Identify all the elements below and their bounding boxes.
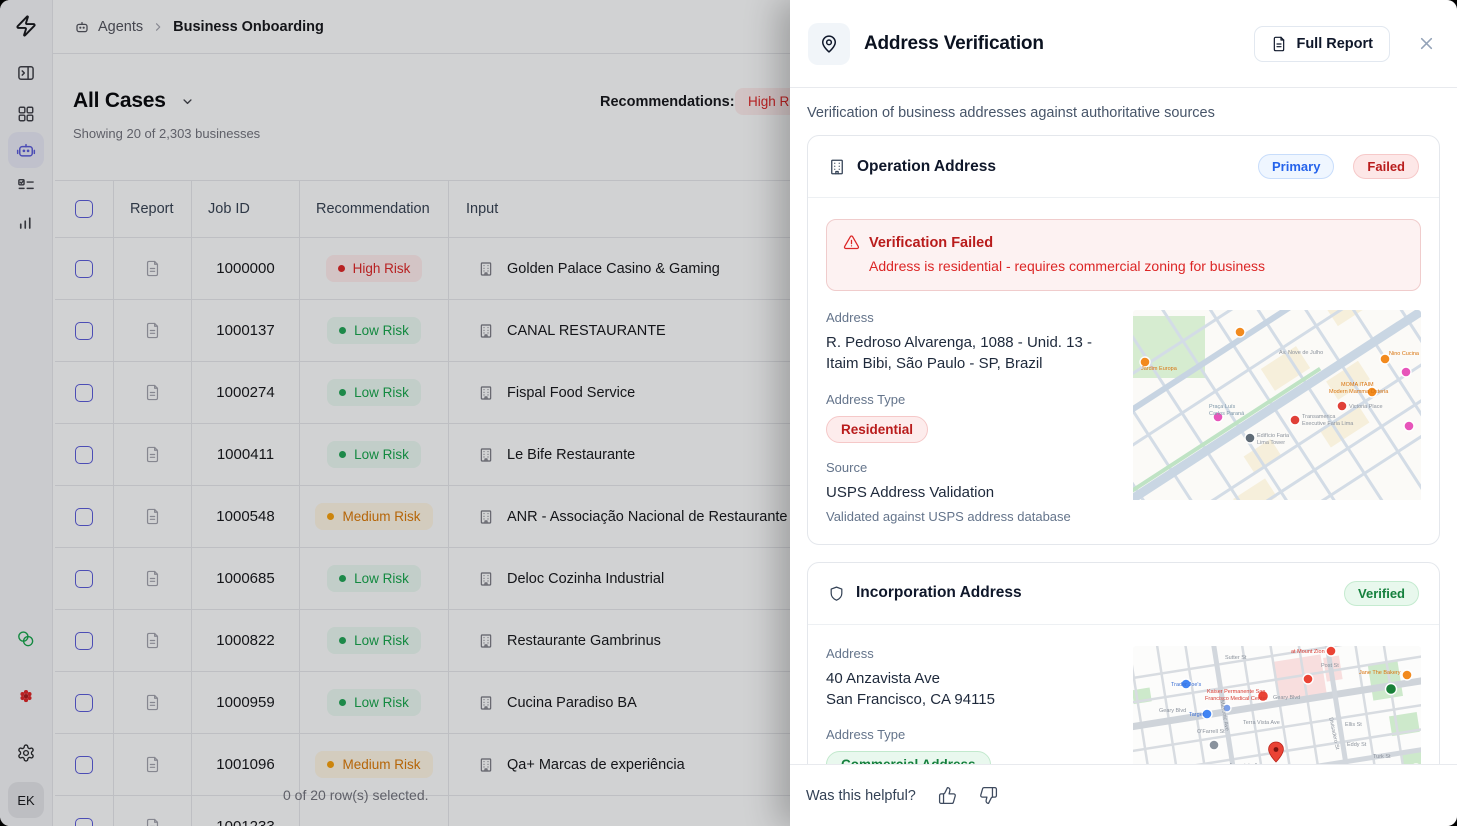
map-label: Victoria Place xyxy=(1349,404,1383,410)
map-label: Carlos Paraná xyxy=(1209,411,1245,417)
shield-icon xyxy=(828,585,845,602)
thumbs-down-icon[interactable] xyxy=(979,786,998,805)
source-note: Validated against USPS address database xyxy=(826,509,1113,524)
map-label: Kaiser Permanente San xyxy=(1207,689,1265,695)
map-label: Geary Blvd xyxy=(1273,695,1300,701)
operation-address-card: Operation Address Primary Failed Verific… xyxy=(807,135,1440,545)
alert-message: Address is residential - requires commer… xyxy=(869,258,1404,274)
map-label: Executive Faria Lima xyxy=(1302,421,1354,427)
map-label: Ellis St xyxy=(1345,722,1362,728)
full-report-button[interactable]: Full Report xyxy=(1254,26,1390,62)
app-window: EK Agents Business Onboarding All Cases … xyxy=(0,0,1457,826)
address-verification-panel: Address Verification Full Report Verific… xyxy=(790,0,1457,826)
feedback-question: Was this helpful? xyxy=(806,788,916,804)
close-icon[interactable] xyxy=(1416,33,1437,54)
address-type-label: Address Type xyxy=(826,392,1113,407)
failed-badge: Failed xyxy=(1353,154,1419,179)
map-label: O'Farrell St xyxy=(1197,729,1225,735)
source-label: Source xyxy=(826,460,1113,475)
map-label: Praça Luís xyxy=(1209,404,1236,410)
incorporation-address-card: Incorporation Address Verified Address 4… xyxy=(807,562,1440,764)
map-label: Target xyxy=(1189,712,1205,718)
card-title: Incorporation Address xyxy=(856,584,1333,602)
map-label: Turk St xyxy=(1373,754,1391,760)
map-label: at Mount Zion xyxy=(1291,649,1325,655)
map-label: Edifício Faria xyxy=(1257,433,1290,439)
warning-triangle-icon xyxy=(843,234,860,251)
address-value: 40 Anzavista Ave San Francisco, CA 94115 xyxy=(826,668,1113,711)
map-label: Modern Mamma Osteria xyxy=(1329,389,1389,395)
primary-badge: Primary xyxy=(1258,154,1334,179)
map-pin-icon xyxy=(808,23,850,65)
panel-title: Address Verification xyxy=(864,33,1240,55)
map-label: Av. Nove de Julho xyxy=(1279,350,1323,356)
address-label: Address xyxy=(826,310,1113,325)
verified-badge: Verified xyxy=(1344,581,1419,606)
commercial-badge: Commercial Address xyxy=(826,751,991,764)
feedback-bar: Was this helpful? xyxy=(790,764,1457,826)
building-icon xyxy=(828,158,846,176)
map-label: Sutter St xyxy=(1225,655,1247,661)
address-label: Address xyxy=(826,646,1113,661)
thumbs-up-icon[interactable] xyxy=(938,786,957,805)
alert-title: Verification Failed xyxy=(869,235,993,251)
map-label: Jardim Europa xyxy=(1141,366,1178,372)
map-label: Francisco Medical Center xyxy=(1205,696,1268,702)
map-label: Transamerica xyxy=(1302,414,1336,420)
operation-address-map[interactable]: Jardim Europa Av. Nove de Julho Nino Cuc… xyxy=(1133,310,1421,524)
address-value: R. Pedroso Alvarenga, 1088 - Unid. 13 - … xyxy=(826,332,1113,375)
map-label: Terra Vista Ave xyxy=(1243,720,1280,726)
residential-badge: Residential xyxy=(826,416,928,443)
panel-body: Verification of business addresses again… xyxy=(790,88,1457,764)
full-report-label: Full Report xyxy=(1296,36,1373,52)
map-label: Geary Blvd xyxy=(1159,708,1186,714)
report-document-icon xyxy=(1271,36,1287,52)
verification-failed-alert: Verification Failed Address is residenti… xyxy=(826,219,1421,291)
source-value: USPS Address Validation xyxy=(826,482,1113,503)
map-label: Jane The Bakery xyxy=(1359,670,1401,676)
map-label: Eddy St xyxy=(1347,742,1367,748)
panel-description: Verification of business addresses again… xyxy=(807,105,1440,121)
map-label: Post St xyxy=(1321,663,1339,669)
incorporation-address-map[interactable]: Trader Joe's Kaiser Permanente San Franc… xyxy=(1133,646,1421,764)
address-type-label: Address Type xyxy=(826,727,1113,742)
card-title: Operation Address xyxy=(857,158,1247,176)
map-label: Nino Cucina xyxy=(1389,351,1420,357)
map-label: Lima Tower xyxy=(1257,440,1285,446)
panel-header: Address Verification Full Report xyxy=(790,0,1457,88)
map-label: Trader Joe's xyxy=(1171,682,1201,688)
map-label: MOMA ITAIM xyxy=(1341,382,1374,388)
